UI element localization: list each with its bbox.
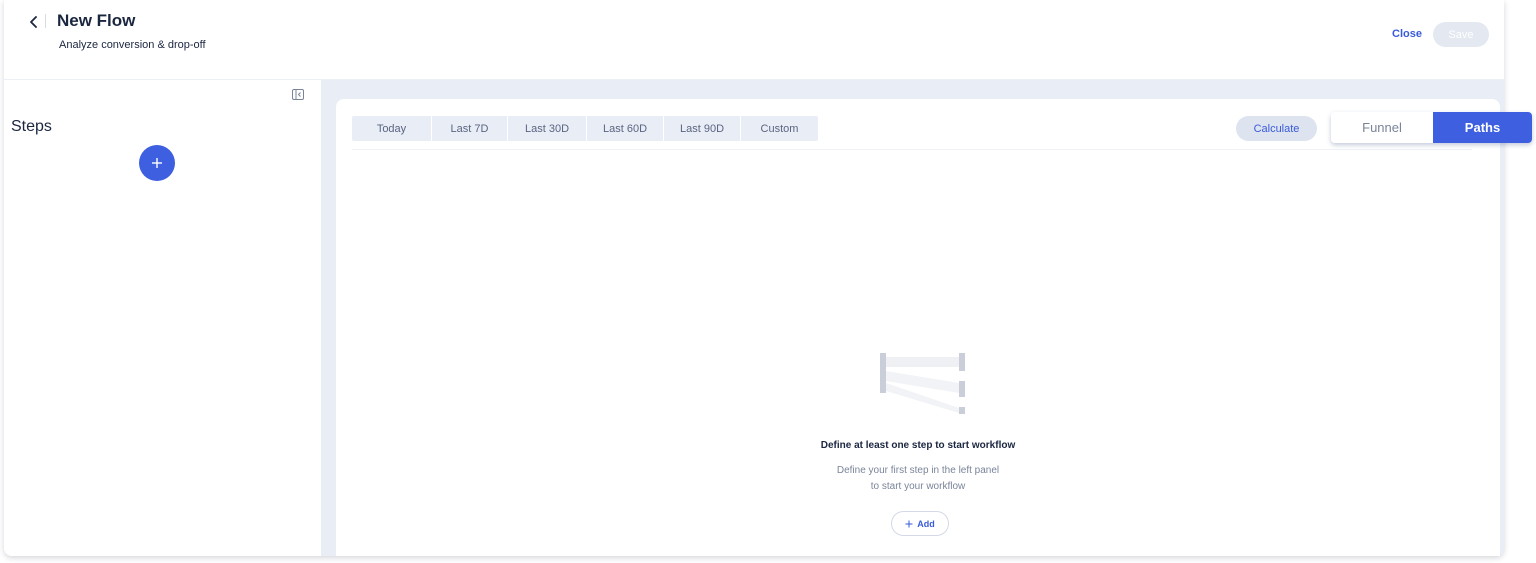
back-button[interactable]: [22, 10, 46, 34]
empty-state-title: Define at least one step to start workfl…: [820, 440, 1016, 451]
range-last-30d[interactable]: Last 30D: [508, 116, 587, 141]
empty-state-add-button[interactable]: Add: [891, 511, 949, 536]
date-range-selector: Today Last 7D Last 30D Last 60D Last 90D…: [352, 116, 818, 141]
analysis-card: Today Last 7D Last 30D Last 60D Last 90D…: [336, 99, 1500, 556]
paths-illustration-icon: [880, 353, 965, 414]
calculate-button[interactable]: Calculate: [1236, 116, 1317, 141]
empty-state-description-line-2: to start your workflow: [870, 481, 966, 492]
plus-icon: [905, 520, 913, 527]
page-subtitle: Analyze conversion & drop-off: [59, 39, 206, 51]
close-button[interactable]: Close: [1392, 28, 1422, 40]
steps-title: Steps: [11, 118, 52, 135]
header: New Flow Analyze conversion & drop-off C…: [4, 0, 1504, 80]
add-step-button[interactable]: [139, 145, 175, 181]
tab-funnel[interactable]: Funnel: [1331, 112, 1433, 143]
toolbar-divider: [352, 149, 1472, 150]
page-title: New Flow: [57, 11, 136, 30]
plus-icon: [152, 158, 162, 168]
range-last-7d[interactable]: Last 7D: [432, 116, 508, 141]
range-custom[interactable]: Custom: [741, 116, 818, 141]
empty-state-description: Define your first step in the left panel…: [336, 463, 1500, 495]
tab-paths[interactable]: Paths: [1433, 112, 1532, 143]
header-divider: [45, 14, 46, 28]
empty-state-description-line-1: Define your first step in the left panel: [836, 465, 1000, 476]
chevron-left-icon: [30, 16, 37, 28]
panel-collapse-icon[interactable]: [292, 89, 304, 100]
save-button[interactable]: Save: [1433, 22, 1489, 47]
steps-panel: Steps: [4, 80, 321, 556]
range-today[interactable]: Today: [352, 116, 432, 141]
view-toggle: Funnel Paths: [1331, 112, 1532, 143]
range-last-90d[interactable]: Last 90D: [664, 116, 741, 141]
empty-state-add-label: Add: [917, 518, 935, 529]
range-last-60d[interactable]: Last 60D: [587, 116, 664, 141]
